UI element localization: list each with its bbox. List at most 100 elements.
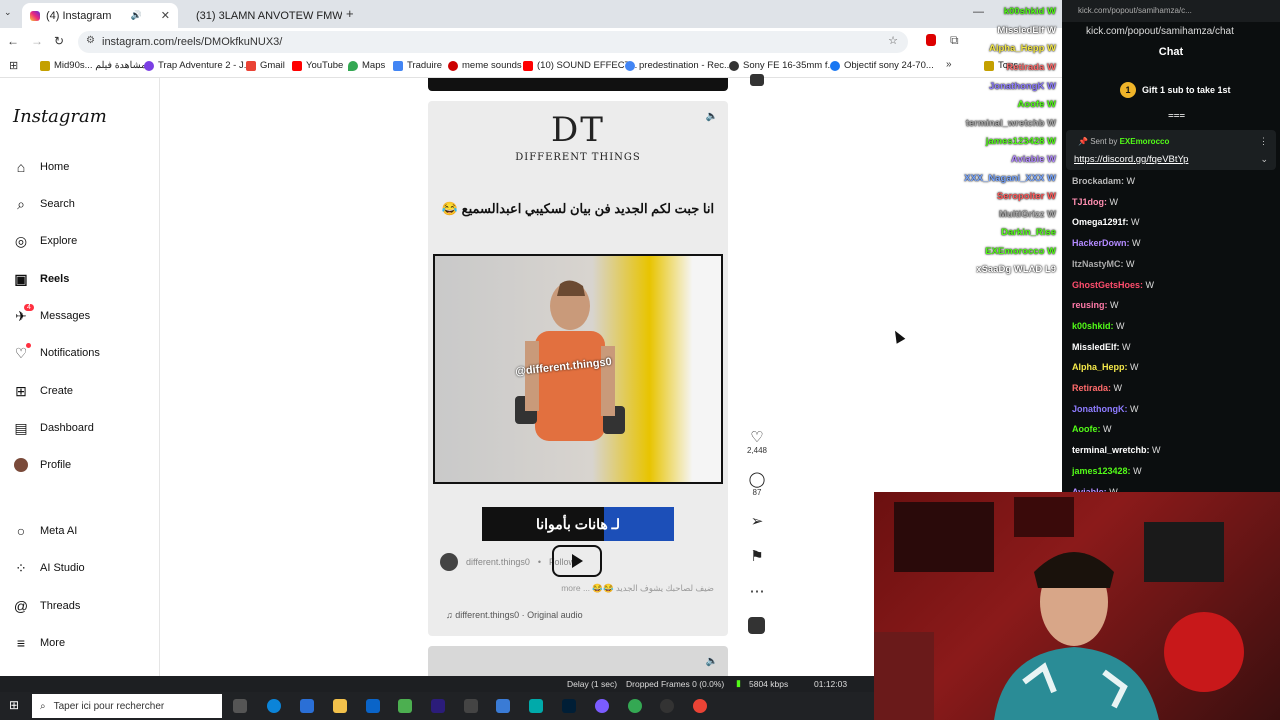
chat-message[interactable]: HackerDown: W — [1072, 238, 1141, 248]
chrome-icon[interactable] — [628, 699, 642, 713]
comment-button[interactable]: ◯ 87 — [744, 470, 770, 497]
chat-username[interactable]: Brockadam: — [1072, 176, 1124, 186]
mute-icon[interactable]: 🔈 — [706, 656, 718, 667]
chat-username[interactable]: terminal_wretchb: — [1072, 445, 1150, 455]
app-icon[interactable] — [529, 699, 543, 713]
chat-message[interactable]: GhostGetsHoes: W — [1072, 280, 1154, 290]
new-tab-icon[interactable]: + — [346, 6, 354, 21]
minimize-icon[interactable]: — — [973, 6, 984, 18]
bookmark-item[interactable]: Trap Adventure 2 - J... — [144, 60, 252, 71]
file-explorer-icon[interactable] — [333, 699, 347, 713]
bookmark-item[interactable]: (10) SOUND EFFECT... — [523, 60, 637, 71]
chat-message[interactable]: MissledElf: W — [1072, 342, 1131, 352]
play-button[interactable] — [552, 545, 602, 577]
tab-instagram[interactable]: (4) Instagram 🔊 ✕ — [22, 3, 178, 28]
avatar[interactable] — [440, 553, 458, 571]
bookmark-youtube[interactable]: YouTube — [292, 60, 343, 71]
chrome-icon[interactable] — [693, 699, 707, 713]
chat-username[interactable]: GhostGetsHoes: — [1072, 280, 1143, 290]
task-view-icon[interactable] — [233, 699, 247, 713]
chat-message[interactable]: Retirada: W — [1072, 383, 1122, 393]
save-button[interactable]: ⚑ — [744, 547, 770, 565]
bookmark-item[interactable]: Objectif sony 24-70... — [830, 60, 934, 71]
store-icon[interactable] — [300, 699, 314, 713]
nav-reels[interactable]: ▣ Reels — [12, 270, 69, 288]
filter-icon[interactable]: ⩶ — [1168, 110, 1185, 121]
nav-explore[interactable]: ◎ Explore — [12, 232, 77, 250]
chat-message[interactable]: Brockadam: W — [1072, 176, 1135, 186]
capcut-icon[interactable] — [464, 699, 478, 713]
chat-username[interactable]: MissledElf: — [1072, 342, 1120, 352]
forward-icon[interactable]: → — [31, 34, 43, 48]
chat-url[interactable]: kick.com/popout/samihamza/chat — [1062, 22, 1280, 42]
reload-icon[interactable]: ↻ — [54, 34, 64, 48]
nav-meta-ai[interactable]: ○ Meta AI — [12, 522, 78, 540]
bookmark-item[interactable]: Mid90s... مشاهدة فيلم — [40, 60, 146, 71]
nav-messages[interactable]: ✈ 4 Messages — [12, 304, 90, 325]
speaker-icon[interactable]: 🔊 — [130, 10, 141, 21]
nav-more[interactable]: ≡ More — [12, 634, 65, 652]
bookmark-item[interactable]: meme sounds — [448, 60, 522, 71]
back-icon[interactable]: ← — [7, 34, 19, 48]
reel-video-player[interactable]: 🔈 DT DIFFERENT THINGS انا جبت لكم الجديد… — [428, 101, 728, 636]
nav-notifications[interactable]: ♡ Notifications — [12, 343, 100, 362]
reel-audio[interactable]: ♫ different.things0 · Original audio — [446, 610, 583, 620]
bookmark-maps[interactable]: Maps — [348, 60, 385, 71]
chat-username[interactable]: ItzNastyMC: — [1072, 259, 1124, 269]
more-bookmarks-icon[interactable]: » — [946, 59, 952, 70]
url-input[interactable]: ⚙ instagram.com/reels/DMOkfkuNUX3/ ☆ — [78, 31, 908, 53]
chat-message[interactable]: Aoofe: W — [1072, 424, 1112, 434]
chat-message[interactable]: terminal_wretchb: W — [1072, 445, 1161, 455]
share-button[interactable]: ➢ — [744, 512, 770, 530]
chat-username[interactable]: JonathongK: — [1072, 404, 1128, 414]
taskbar-search-input[interactable]: ⌕ Taper ici pour rechercher — [32, 694, 222, 718]
extensions-puzzle-icon[interactable]: ⧉ — [950, 33, 959, 48]
chat-username[interactable]: Omega1291f: — [1072, 217, 1129, 227]
chat-message[interactable]: k00shkid: W — [1072, 321, 1125, 331]
nav-profile[interactable]: Profile — [12, 456, 71, 474]
like-button[interactable]: ♡ 2,448 — [744, 428, 770, 455]
audio-thumbnail[interactable] — [748, 617, 765, 634]
nav-threads[interactable]: @ Threads — [12, 597, 80, 615]
author-username[interactable]: different.things0 — [466, 557, 530, 567]
bookmark-traduire[interactable]: Traduire — [393, 60, 442, 71]
previous-reel[interactable] — [428, 78, 728, 91]
chat-message[interactable]: TJ1dog: W — [1072, 197, 1118, 207]
bookmark-gmail[interactable]: Gmail — [246, 60, 285, 71]
nav-search[interactable]: ⌕ Search — [12, 195, 75, 213]
obs-icon[interactable] — [660, 699, 674, 713]
edge-icon[interactable] — [267, 699, 281, 713]
outlook-icon[interactable] — [366, 699, 380, 713]
previous-reel-audio-thumbnail[interactable] — [750, 74, 764, 86]
chat-message[interactable]: reusing: W — [1072, 300, 1119, 310]
tab-youtube[interactable]: (31) 3LAMN ANVOTEW FMWA... ✕ — [182, 3, 342, 28]
more-options-button[interactable]: ⋯ — [744, 582, 770, 600]
chat-message[interactable]: james123428: W — [1072, 466, 1142, 476]
chat-message[interactable]: JonathongK: W — [1072, 404, 1139, 414]
chat-username[interactable]: k00shkid: — [1072, 321, 1114, 331]
app-icon[interactable] — [398, 699, 412, 713]
pinned-message[interactable]: 📌 Sent by EXEmorocco https://discord.gg/… — [1066, 130, 1276, 170]
chat-username[interactable]: james123428: — [1072, 466, 1131, 476]
nav-home[interactable]: ⌂ Home — [12, 158, 70, 176]
bookmark-item[interactable]: predestination - Rec... — [625, 60, 732, 71]
chat-username[interactable]: TJ1dog: — [1072, 197, 1107, 207]
photoshop-icon[interactable] — [562, 699, 576, 713]
chat-username[interactable]: reusing: — [1072, 300, 1108, 310]
nav-ai-studio[interactable]: ⁘ AI Studio — [12, 559, 85, 577]
instagram-logo[interactable]: Instagram — [13, 106, 107, 127]
chat-message[interactable]: Omega1291f: W — [1072, 217, 1140, 227]
gift-sub-banner[interactable]: 1 Gift 1 sub to take 1st — [1120, 82, 1231, 98]
chat-username[interactable]: HackerDown: — [1072, 238, 1130, 248]
bookmark-item[interactable]: Sony FE 16-35mm f... — [729, 60, 835, 71]
windows-start-icon[interactable]: ⊞ — [9, 698, 19, 712]
chat-message[interactable]: Alpha_Hepp: W — [1072, 362, 1139, 372]
nav-create[interactable]: ⊞ Create — [12, 382, 73, 400]
next-reel[interactable]: 🔈 — [428, 646, 728, 676]
reel-description[interactable]: ضيف لصاحبك يشوف الجديد 😂😂 ... more — [528, 583, 714, 594]
site-info-icon[interactable]: ⚙ — [86, 35, 95, 46]
more-dots-icon[interactable]: ⋮ — [1259, 136, 1268, 147]
chat-message[interactable]: ItzNastyMC: W — [1072, 259, 1135, 269]
discord-icon[interactable] — [595, 699, 609, 713]
chat-username[interactable]: Alpha_Hepp: — [1072, 362, 1128, 372]
